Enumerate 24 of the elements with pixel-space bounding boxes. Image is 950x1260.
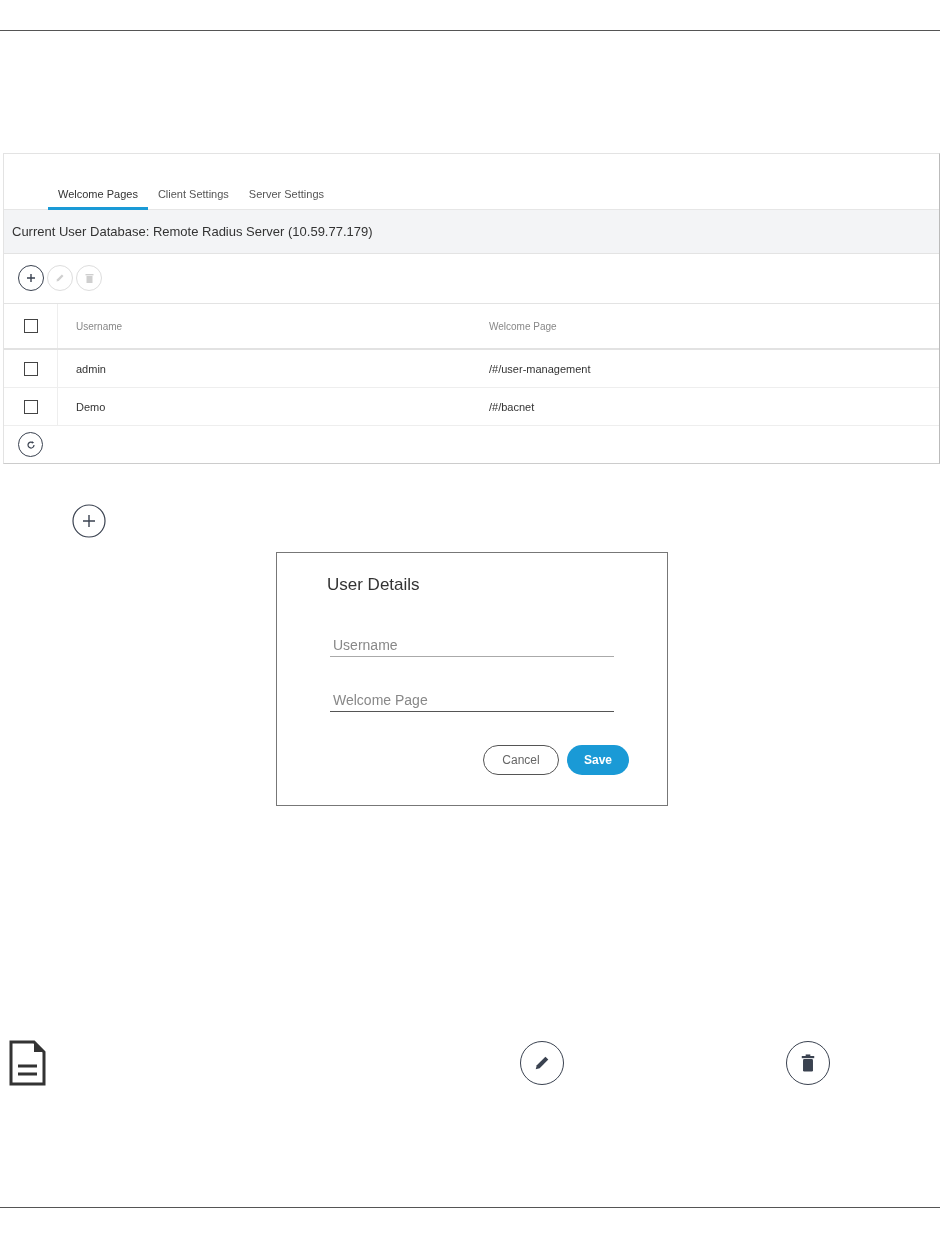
save-button[interactable]: Save (567, 745, 629, 775)
pencil-icon (55, 273, 65, 283)
tab[interactable]: Client Settings (147, 181, 239, 210)
document-icon (9, 1040, 46, 1086)
tab[interactable]: Server Settings (238, 181, 335, 210)
pencil-icon (533, 1054, 551, 1072)
table-cell: /#/user-management (489, 362, 591, 375)
column-header[interactable]: Username (76, 320, 123, 332)
table-cell: /#/bacnet (489, 400, 535, 413)
refresh-icon (25, 439, 36, 450)
table-cell: Demo (76, 400, 106, 413)
add-button[interactable] (18, 265, 44, 291)
trash-icon (801, 1054, 815, 1072)
refresh-button[interactable] (18, 432, 43, 457)
database-label: Current User Database: Remote Radius Server (10.59.77.179) (12, 224, 373, 239)
plus-icon (26, 273, 36, 283)
cancel-button[interactable]: Cancel (483, 745, 559, 775)
checkbox[interactable] (23, 399, 38, 414)
column-header[interactable]: Welcome Page (489, 320, 557, 332)
checkbox[interactable] (23, 319, 38, 333)
table-cell: admin (76, 362, 106, 375)
dialog-title: User Details (327, 575, 421, 595)
checkbox[interactable] (23, 361, 38, 376)
trash-icon (84, 273, 94, 283)
